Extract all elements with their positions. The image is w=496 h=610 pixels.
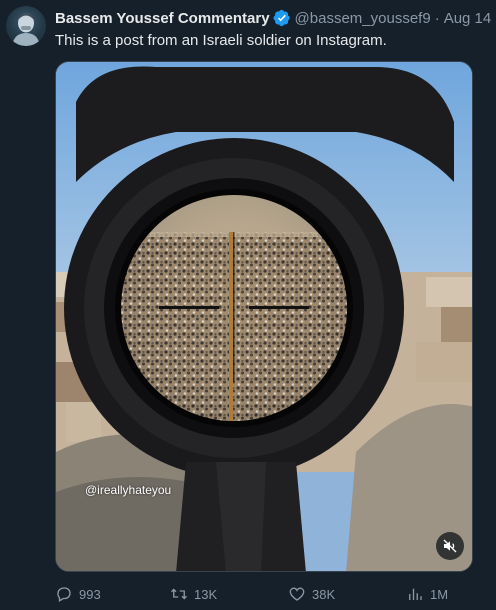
retweet-button[interactable]: 13K [170, 583, 217, 605]
views-button[interactable]: 1M [406, 583, 448, 605]
reply-count: 993 [79, 586, 101, 602]
mute-button[interactable] [436, 532, 464, 560]
reply-icon [57, 587, 71, 602]
tweet-video[interactable]: @ireallyhateyou [55, 61, 473, 572]
separator: · [434, 9, 440, 27]
tweet-header: Bassem Youssef Commentary @bassem_yousse… [55, 8, 491, 28]
heart-icon [289, 587, 305, 601]
video-watermark: @ireallyhateyou [85, 483, 172, 497]
retweet-count: 13K [194, 586, 218, 602]
action-bar: 993 13K 38K 1M [55, 583, 473, 605]
reply-button[interactable]: 993 [55, 583, 101, 605]
tweet-text: This is a post from an Israeli soldier o… [55, 32, 387, 49]
author-handle[interactable]: @bassem_youssef9 [295, 10, 431, 27]
retweet-icon [171, 588, 187, 600]
views-chart-icon [409, 588, 422, 600]
like-count: 38K [312, 586, 336, 602]
tweet[interactable]: Bassem Youssef Commentary @bassem_yousse… [0, 0, 496, 610]
like-button[interactable]: 38K [288, 583, 335, 605]
view-count: 1M [430, 586, 449, 602]
avatar[interactable] [6, 6, 46, 46]
timestamp[interactable]: Aug 14 [444, 10, 492, 27]
verified-badge-icon [273, 9, 291, 27]
author-name[interactable]: Bassem Youssef Commentary [55, 10, 270, 27]
speaker-muted-icon [443, 539, 457, 553]
